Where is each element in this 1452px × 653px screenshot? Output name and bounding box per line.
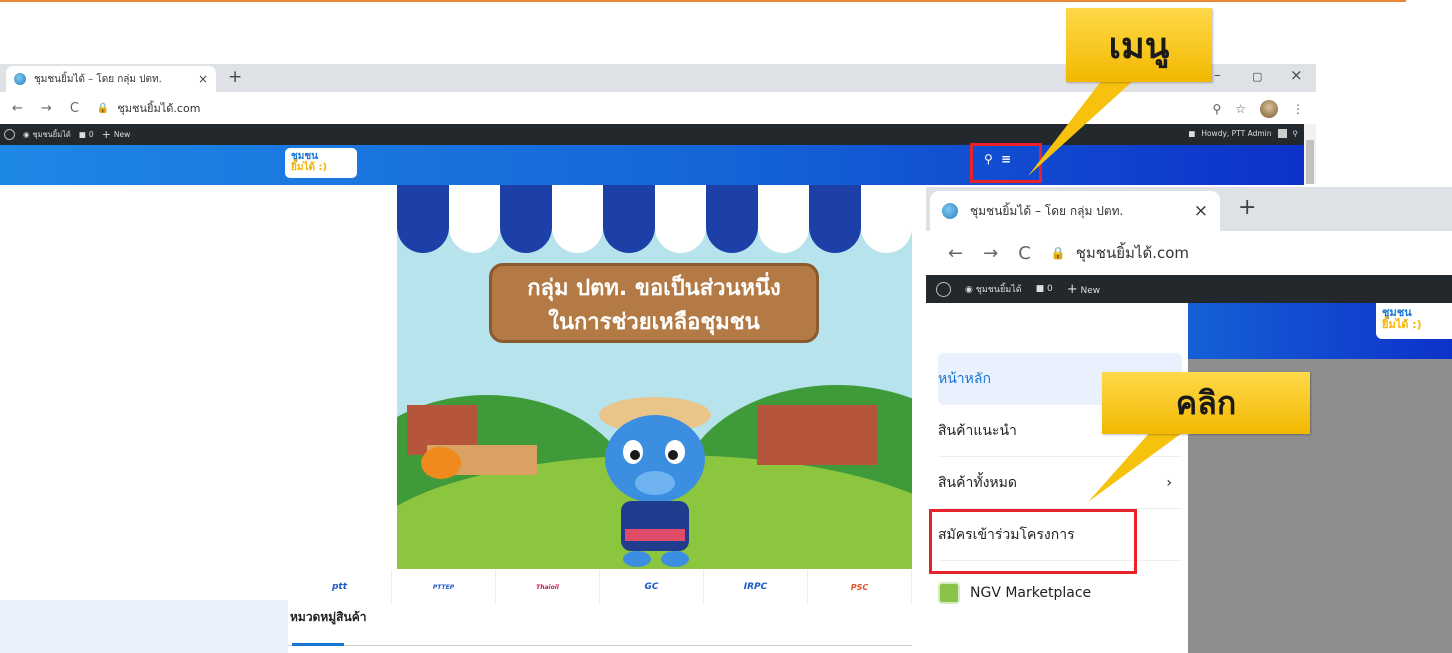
zoomed-wordpress-logo-icon[interactable] <box>936 281 951 297</box>
zoomed-back-icon[interactable]: ← <box>948 243 963 264</box>
zoomed-wp-admin-bar: ◉ ชุมชนยิ้มได้ ■ 0 + New <box>926 275 1452 303</box>
zoomed-address-bar: ← → C 🔒 ชุมชนยิ้มได้.com <box>926 231 1452 275</box>
window-close-icon[interactable]: × <box>1290 66 1303 84</box>
profile-avatar[interactable] <box>1260 100 1278 118</box>
zoomed-admin-new-link[interactable]: + New <box>1067 282 1100 297</box>
comment-icon: ■ <box>78 130 86 139</box>
admin-comments-link[interactable]: ■ 0 <box>79 130 94 139</box>
hero-text-line1: กลุ่ม ปตท. ขอเป็นส่วนหนึ่ง <box>527 276 781 301</box>
browser-tab[interactable]: ชุมชนยิ้มได้ – โดย กลุ่ม ปตท. × <box>6 66 216 92</box>
tab-close-icon[interactable]: × <box>198 72 208 86</box>
click-callout: คลิก <box>1102 372 1310 434</box>
url-field[interactable]: ชุมชนยิ้มได้.com <box>117 99 200 117</box>
partner-logo[interactable]: ptt <box>288 570 392 604</box>
top-accent-line <box>0 0 1406 2</box>
forward-icon[interactable]: → <box>41 101 52 116</box>
wordpress-logo-icon[interactable] <box>4 129 15 140</box>
scrollbar[interactable] <box>1304 124 1316 184</box>
menu-callout-pointer <box>1028 80 1134 176</box>
left-panel <box>0 600 288 653</box>
zoomed-tab-title: ชุมชนยิ้มได้ – โดย กลุ่ม ปตท. <box>970 203 1124 218</box>
menu-callout: เมนู <box>1066 8 1212 82</box>
zoomed-new-tab-button[interactable]: + <box>1238 195 1256 220</box>
admin-search-icon[interactable]: ⚲ <box>1293 129 1299 138</box>
menu-item-label: สินค้าแนะนำ <box>938 422 1017 439</box>
hero-text-line2: ในการช่วยเหลือชุมชน <box>548 310 760 335</box>
zoomed-lock-icon: 🔒 <box>1050 246 1066 260</box>
category-divider <box>288 645 912 646</box>
click-callout-pointer <box>1088 430 1186 502</box>
partner-logo[interactable]: Thaioil <box>496 570 600 604</box>
menu-item-ngv-marketplace[interactable]: NGV Marketplace <box>938 571 1182 615</box>
mascot-illustration <box>599 397 711 567</box>
reload-icon[interactable]: C <box>70 101 79 116</box>
partner-logo[interactable]: PTTEP <box>392 570 496 604</box>
lock-icon: 🔒 <box>96 102 110 114</box>
back-icon[interactable]: ← <box>12 101 23 116</box>
partner-logo-strip: ptt PTTEP Thaioil GC IRPC PSC <box>288 570 912 604</box>
menu-item-label: สินค้าทั้งหมด <box>938 474 1017 491</box>
tab-title: ชุมชนยิ้มได้ – โดย กลุ่ม ปตท. <box>34 73 162 85</box>
partner-logo[interactable]: PSC <box>808 570 912 604</box>
comments-count: 0 <box>88 130 94 139</box>
new-label: New <box>113 130 131 139</box>
zoomed-comments-count: 0 <box>1046 284 1053 294</box>
pumpkin <box>421 447 461 479</box>
maximize-icon[interactable]: ▢ <box>1252 70 1262 83</box>
zoomed-admin-site-name: ชุมชนยิ้มได้ <box>975 285 1022 295</box>
dashboard-icon: ◉ <box>23 130 30 139</box>
zoomed-admin-site-link[interactable]: ◉ ชุมชนยิ้มได้ <box>965 282 1022 296</box>
menu-item-label: NGV Marketplace <box>970 585 1092 601</box>
menu-item-label: หน้าหลัก <box>938 371 991 387</box>
admin-new-link[interactable]: + New <box>102 128 131 141</box>
site-logo-line2: ยิ้มได้ :) <box>291 162 328 173</box>
minimize-icon[interactable]: – <box>1214 68 1221 83</box>
site-favicon-icon <box>14 73 26 85</box>
zoomed-admin-comments-link[interactable]: ■ 0 <box>1036 284 1053 294</box>
zoomed-forward-icon[interactable]: → <box>983 243 998 264</box>
zoomed-browser-tab[interactable]: ชุมชนยิ้มได้ – โดย กลุ่ม ปตท. × <box>930 191 1220 231</box>
zoom-icon[interactable]: ⚲ <box>1212 102 1221 116</box>
site-logo[interactable]: ชุมชน ยิ้มได้ :) <box>285 148 357 178</box>
hero-sign: กลุ่ม ปตท. ขอเป็นส่วนหนึ่ง ในการช่วยเหลื… <box>489 263 819 343</box>
zoomed-reload-icon[interactable]: C <box>1018 243 1031 264</box>
site-logo-line1: ชุมชน <box>291 151 319 162</box>
notification-icon[interactable]: ■ <box>1188 129 1195 138</box>
zoomed-tab-bar: ชุมชนยิ้มได้ – โดย กลุ่ม ปตท. × + <box>926 187 1452 231</box>
zoomed-site-favicon-icon <box>942 203 958 219</box>
zoomed-site-logo[interactable]: ชุมชน ยิ้มได้ :) <box>1376 303 1452 339</box>
browser-menu-icon[interactable]: ⋮ <box>1292 102 1304 116</box>
hero-banner: กลุ่ม ปตท. ขอเป็นส่วนหนึ่ง ในการช่วยเหลื… <box>397 185 912 569</box>
partner-logo[interactable]: GC <box>600 570 704 604</box>
zoomed-url-field[interactable]: ชุมชนยิ้มได้.com <box>1076 241 1189 265</box>
ngv-marketplace-icon <box>938 582 960 604</box>
user-avatar[interactable] <box>1277 129 1287 138</box>
new-tab-button[interactable]: + <box>228 67 242 87</box>
admin-site-link[interactable]: ◉ ชุมชนยิ้มได้ <box>23 129 71 141</box>
admin-site-name: ชุมชนยิ้มได้ <box>32 129 71 139</box>
zoomed-tab-close-icon[interactable]: × <box>1194 201 1208 221</box>
partner-logo[interactable]: IRPC <box>704 570 808 604</box>
category-active-underline <box>292 643 344 646</box>
category-heading: หมวดหมู่สินค้า <box>290 610 367 624</box>
bookmark-star-icon[interactable]: ☆ <box>1235 102 1246 116</box>
plus-icon: + <box>101 128 111 141</box>
howdy-user[interactable]: Howdy, PTT Admin <box>1201 129 1271 138</box>
register-highlight-box <box>929 509 1137 574</box>
zoomed-new-label: New <box>1080 285 1101 296</box>
house-right <box>757 405 877 465</box>
zoomed-site-logo-line2: ยิ้มได้ :) <box>1382 318 1422 331</box>
